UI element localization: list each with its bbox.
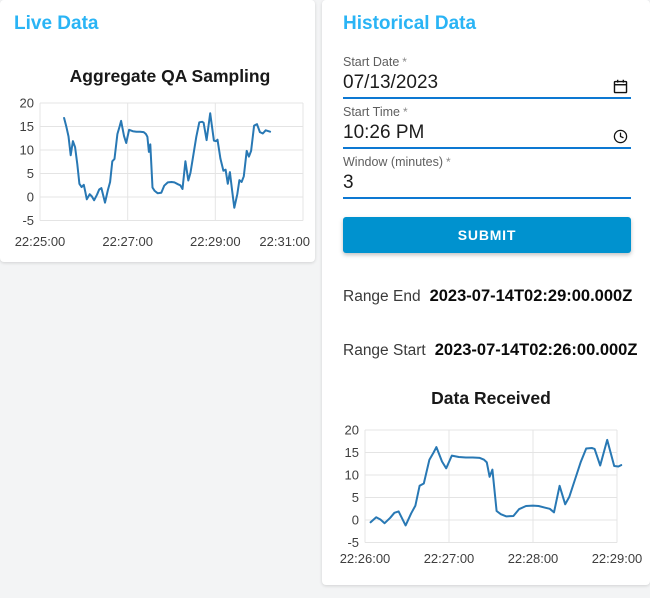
svg-text:22:25:00: 22:25:00 <box>15 234 66 249</box>
svg-text:22:29:00: 22:29:00 <box>190 234 241 249</box>
svg-text:0: 0 <box>352 513 359 528</box>
start-date-field: Start Date * <box>343 55 631 99</box>
svg-text:22:29:00: 22:29:00 <box>592 551 643 566</box>
svg-text:22:31:00: 22:31:00 <box>259 234 310 249</box>
range-end-row: Range End 2023-07-14T02:29:00.000Z <box>343 287 632 306</box>
range-start-value: 2023-07-14T02:26:00.000Z <box>434 341 638 359</box>
start-date-label: Start Date * <box>343 55 407 69</box>
svg-text:22:27:00: 22:27:00 <box>102 234 153 249</box>
svg-text:20: 20 <box>345 423 359 438</box>
svg-text:0: 0 <box>27 190 34 205</box>
historical-panel-title: Historical Data <box>343 13 477 34</box>
page: Live Data Aggregate QA Sampling 20 15 10 5 0… <box>0 0 650 598</box>
window-minutes-input[interactable] <box>343 172 598 194</box>
svg-text:20: 20 <box>20 96 34 111</box>
svg-text:15: 15 <box>20 119 34 134</box>
live-chart: 20 15 10 5 0 -5 22:25:00 22:27:00 22:29:00 22:31:… <box>15 96 310 250</box>
window-minutes-label: Window (minutes) * <box>343 155 451 169</box>
svg-text:15: 15 <box>345 445 359 460</box>
required-marker: * <box>402 55 407 69</box>
svg-text:-5: -5 <box>22 213 34 228</box>
range-end-label: Range End <box>343 288 421 305</box>
svg-text:-5: -5 <box>347 535 359 550</box>
clock-icon[interactable] <box>612 128 629 145</box>
svg-text:22:26:00: 22:26:00 <box>340 551 391 566</box>
historical-data-panel: Historical Data Start Date* Start Time* <box>322 0 650 585</box>
required-marker: * <box>402 105 408 119</box>
submit-button[interactable]: SUBMIT <box>343 217 631 253</box>
svg-text:22:28:00: 22:28:00 <box>508 551 559 566</box>
start-time-field: Start Time * <box>343 105 631 149</box>
start-date-input[interactable] <box>343 72 598 94</box>
start-time-input[interactable] <box>343 122 598 144</box>
historical-chart: 20 15 10 5 0 -522:26:00 22:27:00 22:28:00 22:29:… <box>340 423 643 567</box>
calendar-icon[interactable] <box>612 78 629 95</box>
svg-text:10: 10 <box>20 143 34 158</box>
live-data-panel: Live Data Aggregate QA Sampling 20 15 10 5 0… <box>0 0 315 262</box>
window-minutes-field: Window (minutes) * <box>343 155 631 199</box>
svg-text:5: 5 <box>352 490 359 505</box>
live-panel-title: Live Data <box>14 13 99 34</box>
live-chart-title: Aggregate QA Sampling <box>69 66 271 86</box>
start-time-label: Start Time * <box>343 105 408 119</box>
historical-chart-title: Data Received <box>431 388 551 408</box>
range-start-row: Range Start 2023-07-14T02:26:00.000Z <box>343 341 637 360</box>
range-start-label: Range Start <box>343 342 426 359</box>
svg-text:22:27:00: 22:27:00 <box>424 551 475 566</box>
required-marker: * <box>446 155 451 169</box>
range-end-value: 2023-07-14T02:29:00.000Z <box>429 287 633 305</box>
svg-text:5: 5 <box>27 166 34 181</box>
svg-text:10: 10 <box>345 468 359 483</box>
